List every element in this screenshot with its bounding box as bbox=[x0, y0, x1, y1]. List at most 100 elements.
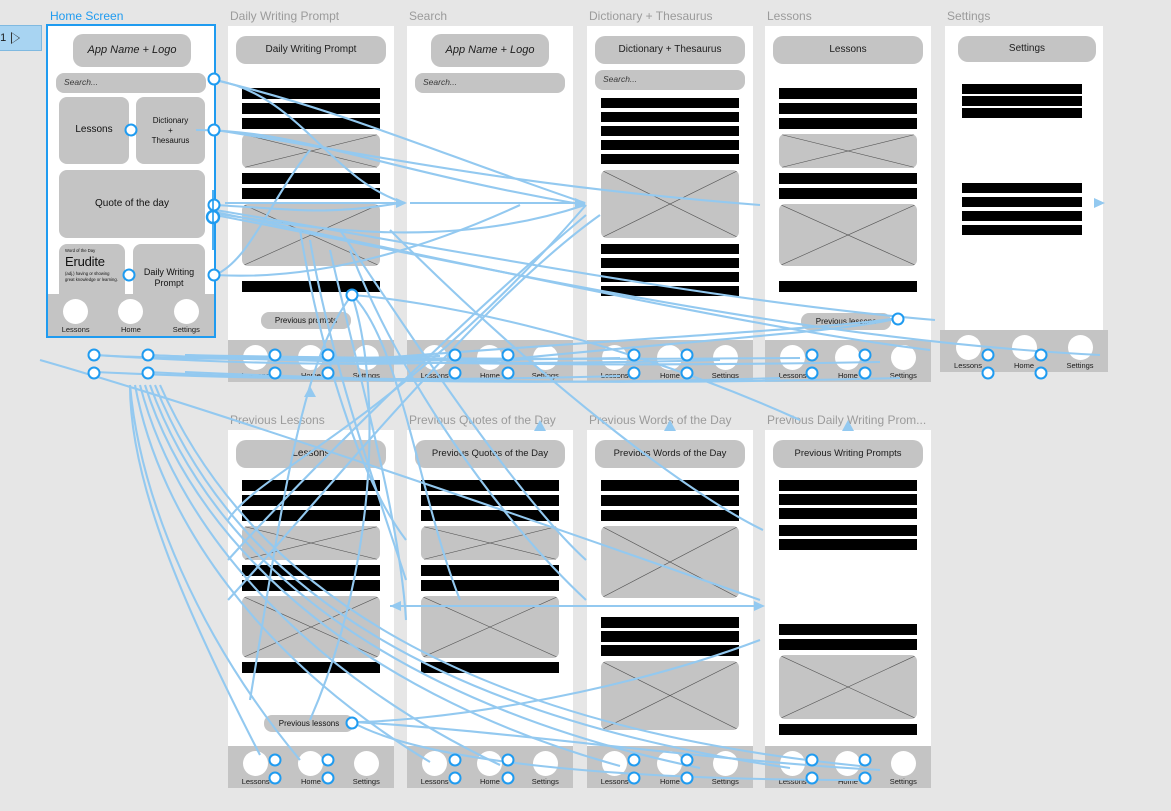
nav-item-settings[interactable]: Settings bbox=[702, 751, 748, 786]
flow-tab-label: ow 1 bbox=[0, 32, 7, 44]
screen-title-pill[interactable]: Settings bbox=[958, 36, 1096, 62]
screen-previous-quotes[interactable]: Previous Quotes of the Day Lessons Home … bbox=[407, 430, 573, 788]
screen-search[interactable]: App Name + Logo Search... Lessons Home S… bbox=[407, 26, 573, 382]
nav-item-settings[interactable]: Settings bbox=[702, 345, 748, 380]
nav-item-settings[interactable]: Settings bbox=[163, 299, 209, 334]
circle-icon bbox=[712, 345, 738, 370]
screen-daily-writing-prompt[interactable]: Daily Writing Prompt Previous prompts Le… bbox=[228, 26, 394, 382]
prototype-canvas[interactable]: ow 1 Home Screen App Name + Logo Search.… bbox=[0, 0, 1171, 811]
nav-item-settings[interactable]: Settings bbox=[343, 345, 389, 380]
bottom-nav[interactable]: Lessons Home Settings bbox=[407, 746, 573, 788]
tile-dictionary-thesaurus[interactable]: Dictionary + Thesaurus bbox=[136, 97, 205, 164]
screen-previous-lessons[interactable]: Lessons Previous lessons Lessons Home Se… bbox=[228, 430, 394, 788]
screen-title-pill[interactable]: Lessons bbox=[773, 36, 923, 64]
nav-item-home[interactable]: Home bbox=[467, 751, 513, 786]
nav-item-settings[interactable]: Settings bbox=[880, 345, 926, 380]
circle-icon bbox=[1011, 335, 1037, 360]
bottom-nav[interactable]: Lessons Home Settings bbox=[228, 746, 394, 788]
text-bar bbox=[421, 580, 559, 591]
nav-item-lessons[interactable]: Lessons bbox=[945, 335, 991, 370]
screen-title-pill[interactable]: Dictionary + Thesaurus bbox=[595, 36, 745, 64]
nav-item-home[interactable]: Home bbox=[647, 345, 693, 380]
circle-icon bbox=[477, 751, 503, 776]
screen-settings[interactable]: Settings bbox=[945, 26, 1103, 330]
screen-title-pill[interactable]: Previous Words of the Day bbox=[595, 440, 745, 468]
nav-item-lessons[interactable]: Lessons bbox=[412, 345, 458, 380]
nav-item-lessons[interactable]: Lessons bbox=[53, 299, 99, 334]
nav-item-lessons[interactable]: Lessons bbox=[233, 751, 279, 786]
tile-quote-of-the-day[interactable]: Quote of the day bbox=[59, 170, 205, 238]
bottom-nav[interactable]: Lessons Home Settings bbox=[587, 340, 753, 382]
flow-tab[interactable]: ow 1 bbox=[0, 25, 42, 51]
previous-lessons-button[interactable]: Previous lessons bbox=[801, 313, 891, 330]
nav-item-lessons[interactable]: Lessons bbox=[592, 345, 638, 380]
nav-item-home[interactable]: Home bbox=[467, 345, 513, 380]
nav-item-settings[interactable]: Settings bbox=[522, 751, 568, 786]
bottom-nav[interactable]: Lessons Home Settings bbox=[228, 340, 394, 382]
search-input[interactable]: Search... bbox=[415, 73, 565, 93]
screen-title-pill[interactable]: Daily Writing Prompt bbox=[236, 36, 386, 64]
nav-item-lessons[interactable]: Lessons bbox=[412, 751, 458, 786]
nav-item-settings[interactable]: Settings bbox=[880, 751, 926, 786]
nav-item-settings[interactable]: Settings bbox=[343, 751, 389, 786]
nav-item-home[interactable]: Home bbox=[108, 299, 154, 334]
bottom-nav[interactable]: Lessons Home Settings bbox=[765, 340, 931, 382]
screen-dictionary-thesaurus[interactable]: Dictionary + Thesaurus Search... Lessons… bbox=[587, 26, 753, 382]
play-triangle-icon[interactable] bbox=[10, 31, 22, 45]
bottom-nav[interactable]: Lessons Home Settings bbox=[940, 330, 1108, 372]
text-bar bbox=[779, 539, 917, 550]
bottom-nav[interactable]: Lessons Home Settings bbox=[48, 294, 214, 336]
text-bar bbox=[421, 565, 559, 576]
circle-icon bbox=[243, 751, 269, 776]
nav-item-settings[interactable]: Settings bbox=[522, 345, 568, 380]
screen-previous-prompts[interactable]: Previous Writing Prompts Lessons Home Se… bbox=[765, 430, 931, 788]
text-bar bbox=[779, 724, 917, 735]
screen-title-pill[interactable]: Previous Quotes of the Day bbox=[415, 440, 565, 468]
bottom-nav[interactable]: Lessons Home Settings bbox=[765, 746, 931, 788]
bottom-nav[interactable]: Lessons Home Settings bbox=[407, 340, 573, 382]
search-input[interactable]: Search... bbox=[56, 73, 206, 93]
nav-item-home[interactable]: Home bbox=[288, 751, 334, 786]
search-input[interactable]: Search... bbox=[595, 70, 745, 90]
circle-icon bbox=[298, 751, 324, 776]
circle-icon bbox=[422, 345, 448, 370]
text-bar bbox=[601, 272, 739, 282]
nav-item-lessons[interactable]: Lessons bbox=[770, 345, 816, 380]
screen-previous-words[interactable]: Previous Words of the Day Lessons Home S… bbox=[587, 430, 753, 788]
nav-item-home[interactable]: Home bbox=[1001, 335, 1047, 370]
frame-label: Home Screen bbox=[50, 9, 124, 23]
nav-item-home[interactable]: Home bbox=[825, 345, 871, 380]
nav-item-home[interactable]: Home bbox=[825, 751, 871, 786]
text-bar bbox=[601, 112, 739, 122]
text-bar bbox=[779, 88, 917, 99]
previous-prompts-button[interactable]: Previous prompts bbox=[261, 312, 351, 329]
screen-lessons[interactable]: Lessons Previous lessons Lessons Home Se… bbox=[765, 26, 931, 382]
image-placeholder bbox=[779, 655, 917, 719]
text-bar bbox=[242, 495, 380, 506]
app-logo-pill[interactable]: App Name + Logo bbox=[73, 34, 191, 67]
circle-icon bbox=[298, 345, 324, 370]
bottom-nav[interactable]: Lessons Home Settings bbox=[587, 746, 753, 788]
circle-icon bbox=[602, 751, 628, 776]
text-bar bbox=[242, 103, 380, 114]
screen-title-pill[interactable]: Previous Writing Prompts bbox=[773, 440, 923, 468]
text-bar bbox=[601, 258, 739, 268]
app-logo-pill[interactable]: App Name + Logo bbox=[431, 34, 549, 67]
previous-lessons-button[interactable]: Previous lessons bbox=[264, 715, 354, 732]
image-placeholder bbox=[421, 596, 559, 658]
nav-item-settings[interactable]: Settings bbox=[1057, 335, 1103, 370]
nav-item-lessons[interactable]: Lessons bbox=[233, 345, 279, 380]
text-bar bbox=[779, 103, 917, 114]
nav-label: Settings bbox=[711, 777, 739, 786]
nav-item-home[interactable]: Home bbox=[288, 345, 334, 380]
nav-item-home[interactable]: Home bbox=[647, 751, 693, 786]
nav-label: Lessons bbox=[778, 777, 807, 786]
nav-item-lessons[interactable]: Lessons bbox=[592, 751, 638, 786]
screen-home-screen[interactable]: App Name + Logo Search... Lessons Dictio… bbox=[46, 24, 216, 338]
screen-title-pill[interactable]: Lessons bbox=[236, 440, 386, 468]
nav-label: Settings bbox=[889, 777, 917, 786]
tile-lessons[interactable]: Lessons bbox=[59, 97, 129, 164]
nav-item-lessons[interactable]: Lessons bbox=[770, 751, 816, 786]
circle-icon bbox=[353, 751, 379, 776]
text-bar bbox=[962, 96, 1082, 106]
